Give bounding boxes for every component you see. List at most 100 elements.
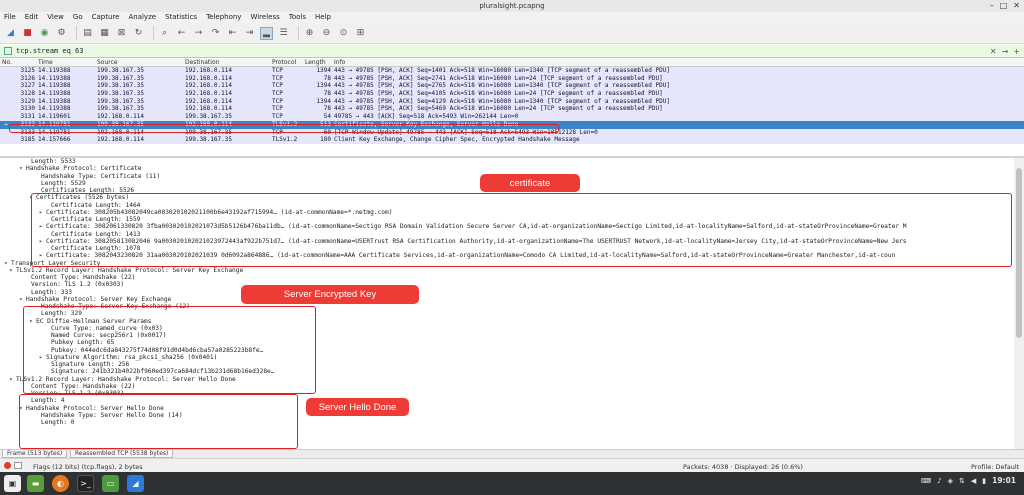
menu-edit[interactable]: Edit [25,12,39,23]
packet-no: 3131 [20,113,35,121]
go-back-icon[interactable]: ← [175,27,188,40]
last-packet-icon[interactable]: ⇥ [243,27,256,40]
col-info[interactable]: Info [334,59,345,67]
packet-no: 3125 [20,67,35,74]
maximize-icon[interactable]: □ [1000,1,1008,10]
restart-capture-icon[interactable]: ◉ [38,27,51,40]
menu-tools[interactable]: Tools [289,12,306,23]
menu-file[interactable]: File [4,12,16,23]
packet-row[interactable]: 3130 14.119388 199.38.167.35 192.168.0.114 T… [0,105,1024,114]
details-scrollbar[interactable] [1014,158,1024,449]
go-to-packet-icon[interactable]: ↷ [209,27,222,40]
menu-telephony[interactable]: Telephony [206,12,241,23]
expert-info-icon[interactable] [4,462,11,469]
detail-tree-item[interactable]: ▾ Handshake Protocol: Certificate [0,165,1014,172]
menu-capture[interactable]: Capture [92,12,120,23]
packet-protocol: TCP [272,82,283,90]
display-filter-bar[interactable]: tcp.stream eq 63 ✕ → + [0,45,1024,58]
zoom-out-icon[interactable]: ⊖ [320,27,333,40]
menu-wireless[interactable]: Wireless [250,12,279,23]
first-packet-icon[interactable]: ⇤ [226,27,239,40]
detail-tree-item[interactable]: ▾ Handshake Protocol: Server Key Exchange [0,296,1014,303]
find-packet-icon[interactable]: ⌕ [158,27,171,40]
detail-tree-text: Length: 333 [31,288,72,296]
packet-row[interactable]: 3185 14.157666 192.168.0.114 199.38.167.35 T… [0,136,1024,144]
detail-tree-text: Handshake Protocol: Server Key Exchange [26,295,172,303]
expand-arrow-icon[interactable]: ▾ [4,260,11,267]
bookmark-icon[interactable] [4,47,12,55]
col-destination[interactable]: Destination [185,59,219,67]
detail-tree-item[interactable]: Content Type: Handshake (22) [0,274,1014,281]
expand-arrow-icon[interactable]: ▾ [19,165,26,172]
hello-done-callout: Server Hello Done [306,398,409,416]
expand-arrow-icon[interactable]: ▾ [9,267,16,274]
detail-tree-item[interactable]: ▾ TLSv1.2 Record Layer: Handshake Protoco… [0,267,1014,274]
autoscroll-icon[interactable]: ▂ [260,26,273,40]
col-no[interactable]: No. [2,59,12,67]
expand-arrow-icon[interactable]: ▾ [19,296,26,303]
tab-frame[interactable]: Frame (513 bytes) [2,450,68,458]
menu-go[interactable]: Go [73,12,83,23]
capture-comment-icon[interactable] [14,462,22,469]
network-icon[interactable]: ⇅ [959,477,965,485]
save-file-icon[interactable]: ▦ [98,27,111,40]
expand-arrow-icon[interactable]: ▾ [9,376,16,383]
toolbar-separator [153,26,154,40]
colorize-icon[interactable]: ☰ [277,27,290,40]
packet-row[interactable]: 3128 14.119388 199.38.167.35 192.168.0.114 T… [0,90,1024,98]
menu-analyze[interactable]: Analyze [128,12,156,23]
scrollbar-thumb[interactable] [1016,168,1022,338]
packet-length: 78 [323,105,331,113]
wireshark-icon[interactable]: ◢ [127,475,144,492]
display-filter-input[interactable]: tcp.stream eq 63 [16,47,83,55]
packet-time: 14.157666 [38,136,71,144]
bell-icon[interactable]: ♪ [937,477,941,485]
shield-icon[interactable]: ◈ [948,477,953,485]
close-icon[interactable]: ✕ [1013,1,1020,10]
files-icon[interactable]: ▬ [27,475,44,492]
open-file-icon[interactable]: ▤ [81,27,94,40]
folder-icon[interactable]: ▭ [102,475,119,492]
packet-row[interactable]: 3127 14.119388 199.38.167.35 192.168.0.114 T… [0,82,1024,91]
packet-protocol: TCP [272,74,283,82]
packet-row[interactable]: 3129 14.119388 199.38.167.35 192.168.0.114 T… [0,97,1024,106]
status-profile[interactable]: Profile: Default [971,463,1019,471]
packet-row[interactable]: 3125 14.119388 199.38.167.35 192.168.0.114 T… [0,67,1024,75]
detail-tree-item[interactable]: Length: 333 [0,289,1014,296]
packet-destination: 199.38.167.35 [185,136,232,144]
zoom-reset-icon[interactable]: ⊙ [337,27,350,40]
battery-icon[interactable]: ▮ [982,477,986,485]
packet-row[interactable]: 3131 14.119601 192.168.0.114 199.38.167.35 T… [0,113,1024,121]
col-time[interactable]: Time [38,59,53,67]
close-file-icon[interactable]: ⊠ [115,27,128,40]
firefox-icon[interactable]: ◐ [52,475,69,492]
stop-capture-icon[interactable]: ■ [21,27,34,40]
packet-no: 3185 [20,136,35,144]
certificate-callout: certificate [480,174,580,192]
add-filter-icon[interactable]: + [1013,47,1020,56]
col-source[interactable]: Source [97,59,118,67]
packet-info: 443 → 49785 [PSH, ACK] Seq=1401 Ack=518 … [334,67,670,74]
menu-help[interactable]: Help [315,12,331,23]
capture-options-icon[interactable]: ⚙ [55,27,68,40]
terminal-icon[interactable]: >_ [77,475,94,492]
go-forward-icon[interactable]: → [192,27,205,40]
col-length[interactable]: Length [305,59,326,67]
resize-columns-icon[interactable]: ⊞ [354,27,367,40]
tab-reassembled-tcp[interactable]: Reassembled TCP (5538 bytes) [70,450,174,458]
volume-icon[interactable]: ◀ [971,477,976,485]
packet-row[interactable]: 3126 14.119388 199.38.167.35 192.168.0.114 T… [0,74,1024,83]
menu-view[interactable]: View [47,12,64,23]
reload-icon[interactable]: ↻ [132,27,145,40]
keyboard-icon[interactable]: ⌨ [921,477,931,485]
menu-statistics[interactable]: Statistics [165,12,197,23]
apply-filter-icon[interactable]: → [1002,47,1009,56]
zoom-in-icon[interactable]: ⊕ [303,27,316,40]
minimize-icon[interactable]: – [990,1,994,10]
start-capture-icon[interactable]: ◢ [4,27,17,40]
clear-filter-icon[interactable]: ✕ [990,47,997,56]
col-protocol[interactable]: Protocol [272,59,296,67]
start-menu-icon[interactable]: ▣ [4,475,21,492]
detail-tree-item[interactable]: Length: 5533 [0,158,1014,165]
detail-tree-item[interactable]: Version: TLS 1.2 (0x0303) [0,281,1014,288]
